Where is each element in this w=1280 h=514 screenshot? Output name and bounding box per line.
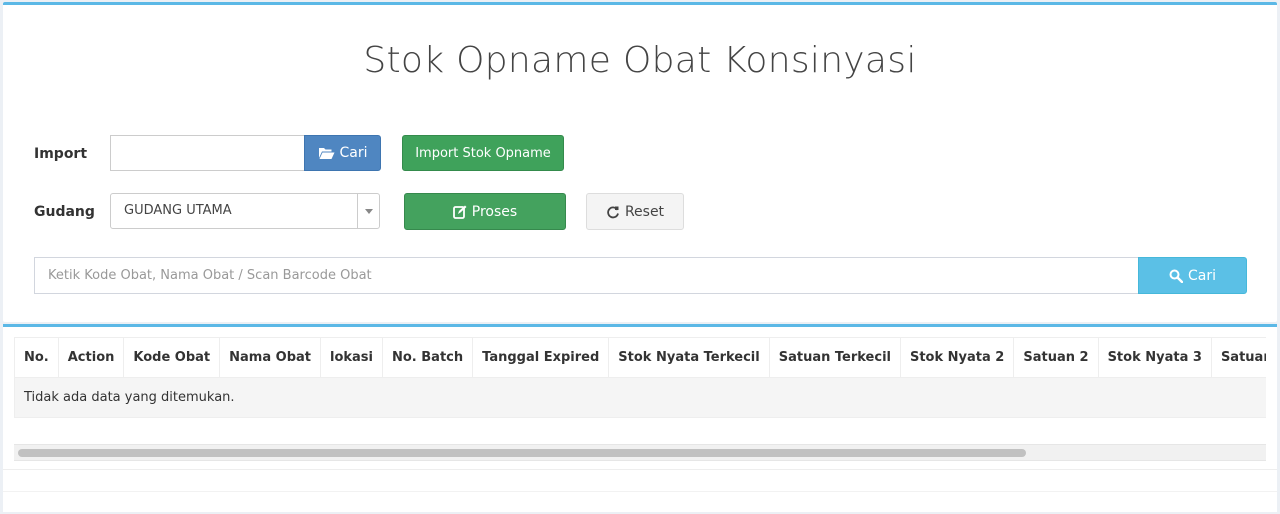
edit-icon: [452, 205, 467, 219]
column-header[interactable]: lokasi: [320, 337, 383, 378]
divider: [3, 469, 1277, 470]
column-header[interactable]: Action: [57, 337, 125, 378]
column-header[interactable]: Stok Nyata Terkecil: [608, 337, 770, 378]
search-input[interactable]: Ketik Kode Obat, Nama Obat / Scan Barcod…: [34, 257, 1139, 294]
gudang-select[interactable]: GUDANG UTAMA: [110, 193, 380, 229]
divider: [3, 491, 1277, 492]
gudang-selected-value: GUDANG UTAMA: [124, 203, 232, 218]
table-header-row: No. Action Kode Obat Nama Obat lokasi No. Bat…: [14, 337, 1266, 378]
search-button[interactable]: Cari: [1138, 257, 1247, 294]
search-icon: [1169, 269, 1183, 283]
column-header[interactable]: Nama Obat: [219, 337, 321, 378]
results-panel: No. Action Kode Obat Nama Obat lokasi No. Bat…: [3, 324, 1277, 512]
results-table: No. Action Kode Obat Nama Obat lokasi No. Bat…: [14, 337, 1266, 418]
horizontal-scrollbar[interactable]: [14, 444, 1266, 461]
reset-button[interactable]: Reset: [586, 193, 684, 230]
import-file-field[interactable]: [110, 135, 305, 171]
folder-open-icon: [318, 146, 335, 160]
empty-message: Tidak ada data yang ditemukan.: [14, 377, 1266, 418]
column-header[interactable]: Stok Nyata 2: [899, 337, 1015, 378]
column-header[interactable]: Satuan Terkecil: [768, 337, 901, 378]
dropdown-arrow-icon[interactable]: [357, 194, 379, 228]
page-title: Stok Opname Obat Konsinyasi: [363, 40, 917, 81]
filter-panel: Stok Opname Obat Konsinyasi Import Cari …: [3, 2, 1277, 322]
column-header[interactable]: Satuan 2: [1013, 337, 1099, 378]
import-label: Import: [34, 146, 88, 162]
gudang-label: Gudang: [34, 204, 95, 220]
refresh-icon: [606, 205, 620, 219]
table-row: Tidak ada data yang ditemukan.: [14, 377, 1266, 418]
column-header[interactable]: Kode Obat: [123, 337, 221, 378]
column-header[interactable]: No.: [14, 337, 59, 378]
search-button-label: Cari: [1188, 267, 1216, 284]
browse-button[interactable]: Cari: [304, 135, 381, 171]
results-table-wrapper: No. Action Kode Obat Nama Obat lokasi No. Bat…: [14, 337, 1266, 418]
browse-button-label: Cari: [339, 145, 368, 161]
column-header[interactable]: Stok Nyata 3: [1097, 337, 1212, 378]
reset-button-label: Reset: [624, 203, 665, 220]
import-stok-opname-button[interactable]: Import Stok Opname: [402, 135, 564, 171]
column-header[interactable]: Satuan 3: [1210, 337, 1266, 378]
column-header[interactable]: Tanggal Expired: [472, 337, 610, 378]
search-input-placeholder: Ketik Kode Obat, Nama Obat / Scan Barcod…: [48, 268, 372, 283]
proses-button[interactable]: Proses: [404, 193, 566, 230]
scrollbar-thumb[interactable]: [18, 449, 1026, 457]
column-header[interactable]: No. Batch: [381, 337, 474, 378]
proses-button-label: Proses: [471, 203, 518, 220]
